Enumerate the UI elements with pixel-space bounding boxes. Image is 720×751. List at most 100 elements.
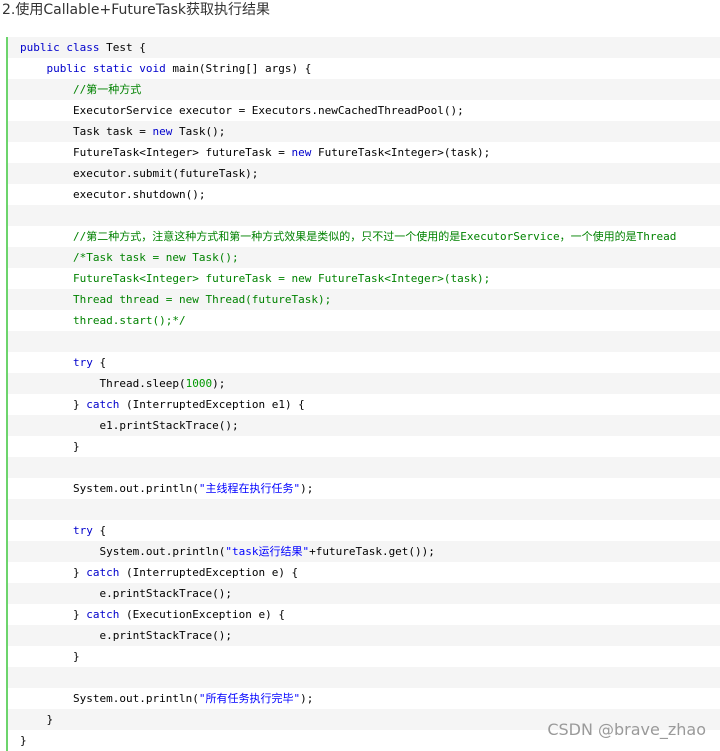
code-line-text: FutureTask<Integer> futureTask = new Fut… bbox=[73, 142, 490, 163]
code-line: } catch (InterruptedException e1) { bbox=[8, 394, 720, 415]
code-token: { bbox=[92, 356, 107, 369]
code-keyword: new bbox=[152, 125, 173, 138]
code-token: ExecutorService executor = Executors.new… bbox=[73, 104, 464, 117]
code-line: Thread thread = new Thread(futureTask); bbox=[8, 289, 720, 310]
code-token: } bbox=[73, 440, 80, 453]
code-token: (InterruptedException e) { bbox=[119, 566, 299, 579]
code-keyword: public static void bbox=[46, 62, 166, 75]
code-line-text: } bbox=[73, 646, 80, 667]
section-heading: 2.使用Callable+FutureTask获取执行结果 bbox=[2, 2, 270, 18]
code-keyword: new bbox=[291, 146, 312, 159]
code-line-text: /*Task task = new Task(); bbox=[73, 247, 239, 268]
code-line: thread.start();*/ bbox=[8, 310, 720, 331]
code-line-text: try { bbox=[73, 520, 106, 541]
code-line-text: try { bbox=[73, 352, 106, 373]
code-line-text: } bbox=[73, 436, 80, 457]
code-keyword: catch bbox=[86, 398, 120, 411]
code-token: Thread.sleep( bbox=[99, 377, 186, 390]
code-line-text: } bbox=[47, 709, 54, 730]
code-line-text: public class Test { bbox=[20, 37, 146, 58]
code-keyword: try bbox=[73, 524, 93, 537]
code-line-text: //第二种方式，注意这种方式和第一种方式效果是类似的，只不过一个使用的是Exec… bbox=[73, 226, 676, 247]
code-line: try { bbox=[8, 520, 720, 541]
code-token: } bbox=[46, 713, 54, 726]
code-line-text: Thread.sleep(1000); bbox=[100, 373, 226, 394]
code-token: e.printStackTrace(); bbox=[99, 629, 232, 642]
code-line-text: executor.submit(futureTask); bbox=[73, 163, 258, 184]
code-comment: FutureTask<Integer> futureTask = new Fut… bbox=[73, 272, 491, 285]
code-line-text: thread.start();*/ bbox=[73, 310, 186, 331]
code-comment: /*Task task = new Task(); bbox=[73, 251, 239, 264]
code-token: Task task = bbox=[73, 125, 153, 138]
code-token: (InterruptedException e1) { bbox=[119, 398, 305, 411]
code-line: executor.shutdown(); bbox=[8, 184, 720, 205]
code-token: System.out.println( bbox=[73, 482, 199, 495]
code-line-text: //第一种方式 bbox=[73, 79, 141, 100]
code-token: executor.submit(futureTask); bbox=[73, 167, 259, 180]
code-line-text: e.printStackTrace(); bbox=[100, 625, 232, 646]
code-string: "task运行结果" bbox=[225, 545, 310, 558]
code-line bbox=[8, 499, 720, 520]
code-token: Task(); bbox=[172, 125, 226, 138]
code-line: e.printStackTrace(); bbox=[8, 625, 720, 646]
code-line bbox=[8, 205, 720, 226]
code-line-text: System.out.println("主线程在执行任务"); bbox=[73, 478, 313, 499]
code-line: public static void main(String[] args) { bbox=[8, 58, 720, 79]
code-token: executor.shutdown(); bbox=[73, 188, 206, 201]
code-comment: //第一种方式 bbox=[73, 83, 142, 96]
code-line: } bbox=[8, 646, 720, 667]
code-line-text: ExecutorService executor = Executors.new… bbox=[73, 100, 464, 121]
code-comment: Thread thread = new Thread(futureTask); bbox=[73, 293, 332, 306]
code-token: System.out.println( bbox=[99, 545, 226, 558]
code-line-text: } catch (InterruptedException e1) { bbox=[73, 394, 305, 415]
code-token: } bbox=[73, 608, 87, 621]
code-token: e1.printStackTrace(); bbox=[99, 419, 239, 432]
code-line-text: e.printStackTrace(); bbox=[100, 583, 232, 604]
code-line: System.out.println("主线程在执行任务"); bbox=[8, 478, 720, 499]
code-line-text: public static void main(String[] args) { bbox=[47, 58, 312, 79]
code-line: //第一种方式 bbox=[8, 79, 720, 100]
code-string: "所有任务执行完毕" bbox=[198, 692, 301, 705]
code-line: FutureTask<Integer> futureTask = new Fut… bbox=[8, 142, 720, 163]
code-token: System.out.println( bbox=[73, 692, 199, 705]
code-line: executor.submit(futureTask); bbox=[8, 163, 720, 184]
code-line: e1.printStackTrace(); bbox=[8, 415, 720, 436]
code-line: public class Test { bbox=[8, 37, 720, 58]
code-token: FutureTask<Integer>(task); bbox=[311, 146, 491, 159]
code-line: } bbox=[8, 436, 720, 457]
code-line-text: Task task = new Task(); bbox=[73, 121, 225, 142]
code-token: +futureTask.get()); bbox=[309, 545, 435, 558]
code-line-text: System.out.println("task运行结果"+futureTask… bbox=[100, 541, 435, 562]
code-token: ); bbox=[300, 482, 314, 495]
code-line bbox=[8, 331, 720, 352]
code-line: /*Task task = new Task(); bbox=[8, 247, 720, 268]
code-keyword: catch bbox=[86, 608, 120, 621]
code-token: { bbox=[92, 524, 107, 537]
code-line: e.printStackTrace(); bbox=[8, 583, 720, 604]
code-token: main(String[] args) { bbox=[165, 62, 312, 75]
code-comment: //第二种方式，注意这种方式和第一种方式效果是类似的，只不过一个使用的是Exec… bbox=[73, 230, 677, 243]
code-token: } bbox=[73, 566, 87, 579]
code-string: "主线程在执行任务" bbox=[198, 482, 301, 495]
code-line-text: Thread thread = new Thread(futureTask); bbox=[73, 289, 331, 310]
code-line: System.out.println("所有任务执行完毕"); bbox=[8, 688, 720, 709]
code-line: Task task = new Task(); bbox=[8, 121, 720, 142]
code-comment: thread.start();*/ bbox=[73, 314, 186, 327]
code-token: } bbox=[20, 734, 27, 747]
code-line-text: System.out.println("所有任务执行完毕"); bbox=[73, 688, 313, 709]
csdn-watermark: CSDN @brave_zhao bbox=[547, 720, 706, 739]
code-token: (ExecutionException e) { bbox=[119, 608, 285, 621]
code-line: } catch (ExecutionException e) { bbox=[8, 604, 720, 625]
code-keyword: catch bbox=[86, 566, 120, 579]
code-token: ); bbox=[212, 377, 226, 390]
code-line-text: } catch (ExecutionException e) { bbox=[73, 604, 285, 625]
code-keyword: try bbox=[73, 356, 93, 369]
code-line bbox=[8, 457, 720, 478]
code-line: System.out.println("task运行结果"+futureTask… bbox=[8, 541, 720, 562]
code-line-text: FutureTask<Integer> futureTask = new Fut… bbox=[73, 268, 490, 289]
code-token: } bbox=[73, 650, 80, 663]
code-line: try { bbox=[8, 352, 720, 373]
code-line-text: executor.shutdown(); bbox=[73, 184, 205, 205]
code-token: Test { bbox=[99, 41, 146, 54]
code-line: } catch (InterruptedException e) { bbox=[8, 562, 720, 583]
